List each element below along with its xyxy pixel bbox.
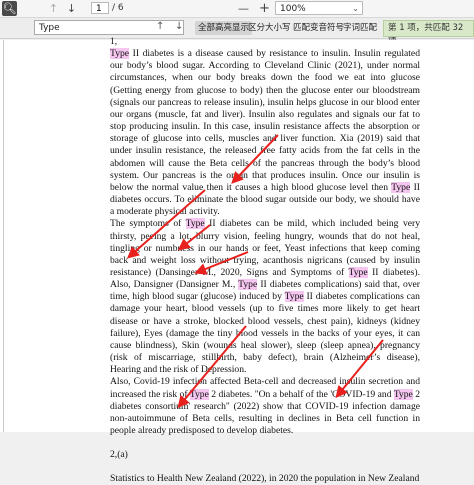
- pdf-toolbar: 🔍︎ ↑ ↓ 1 / 6 — + 100% ⌄: [0, 0, 474, 18]
- zoom-select[interactable]: 100% ⌄: [275, 1, 363, 15]
- zoom-value: 100%: [280, 4, 306, 14]
- highlight-all-toggle[interactable]: 全部高亮显示: [195, 21, 253, 35]
- search-match-highlight: Type: [393, 388, 413, 400]
- search-match-highlight: Type: [348, 266, 368, 278]
- page-edge: [3, 40, 4, 432]
- match-diacritics-toggle[interactable]: 匹配变音符号: [290, 21, 347, 35]
- section-marker-2: 2,(a): [110, 449, 128, 461]
- find-next-icon[interactable]: ↓: [175, 21, 183, 32]
- next-page-icon[interactable]: ↓: [64, 1, 79, 16]
- zoom-out-icon[interactable]: —: [236, 1, 251, 16]
- search-match-highlight: Type: [189, 388, 209, 400]
- text-run: 2 diabetes. "On a behalf of the 'COVID-1…: [208, 388, 394, 400]
- search-match-highlight: Type: [238, 279, 258, 291]
- search-match-highlight: Type: [284, 291, 304, 303]
- paragraph-3: Also, Covid-19 infection affected Beta-c…: [110, 376, 420, 437]
- match-case-toggle[interactable]: 区分大小写: [245, 21, 294, 35]
- find-previous-icon[interactable]: ↑: [156, 21, 164, 32]
- section-marker: 1,: [110, 36, 118, 47]
- page-total: / 6: [112, 3, 124, 13]
- text-run: II diabetes is a disease caused by resis…: [110, 48, 420, 193]
- search-match-highlight: Type: [110, 48, 130, 60]
- find-result-count: 第 1 项，共匹配 32 项: [383, 20, 474, 47]
- paragraph-2: The symptoms of Type II diabetes can be …: [110, 218, 420, 376]
- search-icon[interactable]: 🔍︎: [2, 1, 17, 16]
- zoom-in-icon[interactable]: +: [257, 1, 272, 16]
- page-number-input[interactable]: 1: [91, 2, 109, 14]
- document-text: 1, Type II diabetes is a disease caused …: [110, 36, 420, 485]
- search-match-highlight: Type: [391, 181, 411, 193]
- paragraph-4: Statistics to Health New Zealand (2022),…: [110, 473, 420, 485]
- search-match-highlight: Type: [185, 218, 205, 230]
- previous-page-icon[interactable]: ↑: [46, 1, 61, 16]
- chevron-down-icon: ⌄: [352, 4, 359, 13]
- whole-words-toggle[interactable]: 字词匹配: [340, 21, 380, 35]
- paragraph-1: Type II diabetes is a disease caused by …: [110, 48, 420, 218]
- text-run: The symptoms of: [110, 218, 186, 230]
- text-run: II diabetes complications can damage you…: [110, 291, 420, 376]
